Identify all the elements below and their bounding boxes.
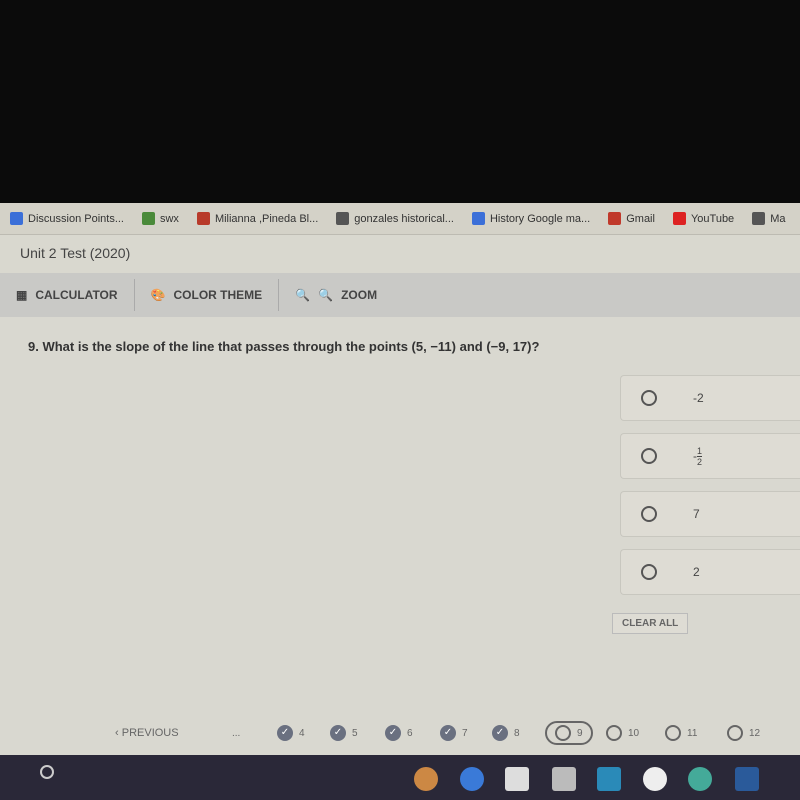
radio-button[interactable] <box>641 506 657 522</box>
zoom-app-icon[interactable] <box>460 767 484 791</box>
bookmark[interactable]: Gmail <box>608 212 655 225</box>
bookmark-label: gonzales historical... <box>354 212 454 225</box>
page-title: Unit 2 Test (2020) <box>0 235 800 273</box>
question-nav-4[interactable]: ✓ 4 <box>277 725 305 741</box>
question-nav-9[interactable]: 9 <box>545 721 593 745</box>
question-number: 12 <box>749 727 761 739</box>
check-icon: ✓ <box>440 725 456 741</box>
check-icon: ✓ <box>277 725 293 741</box>
check-icon: ✓ <box>385 725 401 741</box>
previous-label: PREVIOUS <box>121 727 179 739</box>
numerator: 1 <box>697 445 703 457</box>
bookmarks-bar: Discussion Points... swx Milianna ,Pineda … <box>0 203 800 235</box>
choice-label: -2 <box>693 391 704 405</box>
app-icon <box>141 212 155 225</box>
choice-a[interactable]: -2 <box>620 375 800 421</box>
circle-icon <box>606 725 622 741</box>
browser-screen: Discussion Points... swx Milianna ,Pineda … <box>0 203 800 755</box>
choice-label: 7 <box>693 507 700 521</box>
choice-c[interactable]: 7 <box>620 491 800 537</box>
bookmark-label: Gmail <box>626 212 655 225</box>
choice-label: 2 <box>693 565 700 579</box>
bookmark[interactable]: Milianna ,Pineda Bl... <box>196 212 319 225</box>
bookmark[interactable]: gonzales historical... <box>336 212 454 225</box>
radio-button[interactable] <box>641 390 657 406</box>
gmail-icon <box>608 212 622 225</box>
circle-icon <box>727 725 743 741</box>
question-nav-6[interactable]: ✓ 6 <box>385 725 413 741</box>
previous-button[interactable]: ‹ PREVIOUS <box>115 727 179 739</box>
choice-b[interactable]: -12 <box>620 433 800 479</box>
zoom-label: ZOOM <box>341 288 378 302</box>
bookmark-label: Discussion Points... <box>28 212 124 225</box>
test-toolbar: ▦ CALCULATOR 🎨 COLOR THEME 🔍 🔍 ZOOM <box>0 273 800 317</box>
zoom-controls: 🔍 🔍 ZOOM <box>279 279 393 311</box>
question-number: 6 <box>407 727 413 739</box>
question-number: 11 <box>687 727 698 739</box>
check-icon: ✓ <box>330 725 346 741</box>
question-number: 7 <box>462 727 468 739</box>
app-icon[interactable] <box>552 767 576 791</box>
camera-icon[interactable] <box>505 767 529 791</box>
bookmark-label: swx <box>159 212 179 225</box>
more-questions[interactable]: ... <box>232 728 240 739</box>
zoom-in-icon[interactable]: 🔍 <box>318 288 333 302</box>
choice-d[interactable]: 2 <box>620 549 800 595</box>
bookmark[interactable]: YouTube <box>672 212 735 225</box>
question-nav-5[interactable]: ✓ 5 <box>330 725 358 741</box>
denominator: 2 <box>697 456 703 467</box>
launcher-icon[interactable] <box>40 765 54 779</box>
question-number: 10 <box>628 727 640 739</box>
question-nav-12[interactable]: 12 <box>727 725 760 741</box>
question-number: 4 <box>299 727 305 739</box>
circle-icon <box>555 725 571 741</box>
calculator-label: CALCULATOR <box>35 288 118 302</box>
question-navigation: ‹ PREVIOUS ... ✓ 4 ✓ 5 ✓ 6 ✓ 7 ✓ 8 9 10 11 12 <box>0 713 800 753</box>
calculator-button[interactable]: ▦ CALCULATOR <box>0 279 135 311</box>
question-nav-11[interactable]: 11 <box>665 725 697 741</box>
palette-icon: 🎨 <box>150 288 166 302</box>
taskbar <box>0 755 800 800</box>
docs-icon <box>10 212 23 225</box>
play-store-icon[interactable] <box>688 767 712 791</box>
zoom-out-icon[interactable]: 🔍 <box>295 288 310 302</box>
docs-icon <box>471 212 485 225</box>
question-number: 8 <box>514 727 520 739</box>
map-pin-icon <box>196 212 210 225</box>
app-icon[interactable] <box>735 767 759 791</box>
bookmark[interactable]: History Google ma... <box>471 212 591 225</box>
question-text: 9. What is the slope of the line that pa… <box>28 339 540 354</box>
question-number: 5 <box>352 727 358 739</box>
app-icon <box>752 212 766 225</box>
bookmark-label: History Google ma... <box>489 212 591 225</box>
bookmark[interactable]: Ma <box>752 212 785 225</box>
bookmark[interactable]: swx <box>141 212 179 225</box>
question-nav-7[interactable]: ✓ 7 <box>440 725 468 741</box>
color-theme-label: COLOR THEME <box>173 288 263 302</box>
check-icon: ✓ <box>492 725 508 741</box>
color-theme-button[interactable]: 🎨 COLOR THEME <box>135 279 280 311</box>
chrome-icon[interactable] <box>414 767 438 791</box>
chat-icon[interactable] <box>643 767 667 791</box>
question-nav-10[interactable]: 10 <box>606 725 639 741</box>
question-number: 9 <box>577 727 583 739</box>
bookmark-label: YouTube <box>690 212 735 225</box>
calculator-icon: ▦ <box>16 288 28 302</box>
radio-button[interactable] <box>641 448 657 464</box>
question-nav-8[interactable]: ✓ 8 <box>492 725 520 741</box>
radio-button[interactable] <box>641 564 657 580</box>
youtube-icon <box>672 212 686 225</box>
fraction: 12 <box>697 445 703 467</box>
bookmark-label: Ma <box>770 212 786 225</box>
answer-choices: -2 -12 7 2 <box>620 375 800 607</box>
bookmark[interactable]: Discussion Points... <box>10 212 124 225</box>
bookmark-label: Milianna ,Pineda Bl... <box>214 212 319 225</box>
app-icon[interactable] <box>597 767 621 791</box>
google-icon <box>336 212 350 225</box>
circle-icon <box>665 725 681 741</box>
clear-all-button[interactable]: CLEAR ALL <box>612 613 689 634</box>
